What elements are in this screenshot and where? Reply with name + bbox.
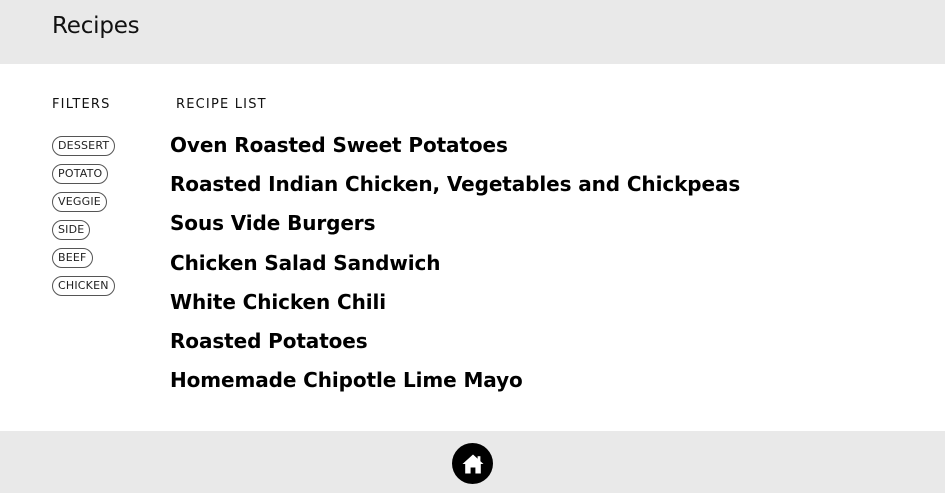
app-footer [0,431,945,493]
filter-tag-beef[interactable]: BEEF [52,248,93,268]
list-item: Oven Roasted Sweet Potatoes [170,133,910,172]
filter-tag-potato[interactable]: POTATO [52,164,109,184]
filter-tag-list: DESSERT POTATO VEGGIE SIDE BEEF CHICKEN [52,134,162,302]
recipe-list-heading: RECIPE LIST [176,97,267,112]
filters-heading: FILTERS [52,97,111,112]
filter-item: DESSERT [52,134,162,162]
recipe-list: Oven Roasted Sweet Potatoes Roasted Indi… [170,133,910,407]
recipe-link[interactable]: White Chicken Chili [170,290,386,314]
filter-item: POTATO [52,162,162,190]
filter-item: SIDE [52,218,162,246]
page-title: Recipes [52,13,140,39]
recipe-link[interactable]: Homemade Chipotle Lime Mayo [170,368,523,392]
filter-item: VEGGIE [52,190,162,218]
filter-item: BEEF [52,246,162,274]
recipe-link[interactable]: Sous Vide Burgers [170,211,375,235]
list-item: Sous Vide Burgers [170,211,910,250]
recipe-link[interactable]: Roasted Indian Chicken, Vegetables and C… [170,172,740,196]
filters-panel: FILTERS DESSERT POTATO VEGGIE SIDE BEEF … [52,97,162,302]
list-item: Chicken Salad Sandwich [170,251,910,290]
home-icon [462,454,483,473]
list-item: Homemade Chipotle Lime Mayo [170,368,910,407]
list-item: Roasted Potatoes [170,329,910,368]
filter-tag-chicken[interactable]: CHICKEN [52,276,115,296]
home-button[interactable] [452,443,493,484]
filter-tag-dessert[interactable]: DESSERT [52,136,116,156]
filter-tag-side[interactable]: SIDE [52,220,91,240]
filter-item: CHICKEN [52,274,162,302]
recipe-link[interactable]: Chicken Salad Sandwich [170,251,440,275]
recipe-link[interactable]: Oven Roasted Sweet Potatoes [170,133,508,157]
list-item: Roasted Indian Chicken, Vegetables and C… [170,172,910,211]
recipe-link[interactable]: Roasted Potatoes [170,329,368,353]
list-item: White Chicken Chili [170,290,910,329]
app-header: Recipes [0,0,945,64]
filter-tag-veggie[interactable]: VEGGIE [52,192,107,212]
recipe-list-section: RECIPE LIST Oven Roasted Sweet Potatoes … [170,97,910,407]
